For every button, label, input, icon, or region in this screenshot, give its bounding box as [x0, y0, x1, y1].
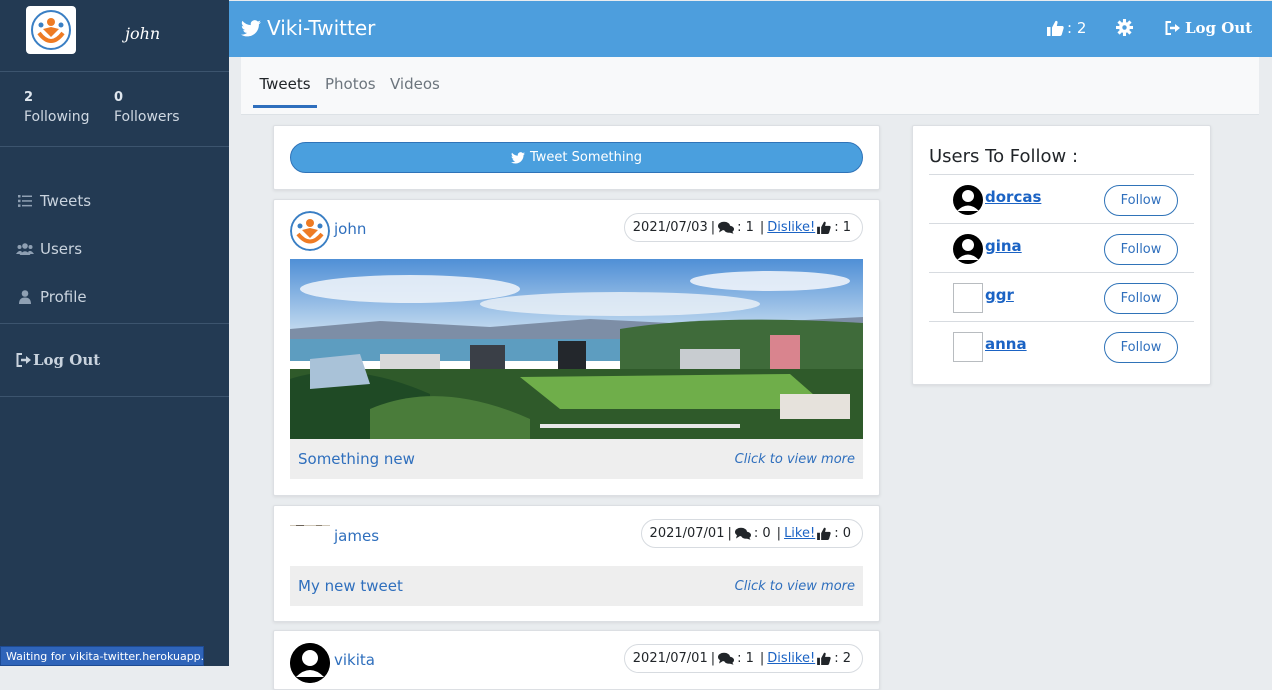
- tweet-text: My new tweet: [298, 577, 403, 595]
- avatar[interactable]: [290, 211, 330, 251]
- brand[interactable]: Viki-Twitter: [241, 16, 375, 40]
- avatar[interactable]: [953, 234, 983, 264]
- tweet-image[interactable]: [290, 259, 863, 439]
- sidebar-logout-label: Log Out: [33, 351, 101, 369]
- user-name-link[interactable]: ggr: [985, 286, 1014, 304]
- tweet-card: vikita 2021/07/01 | : 1 | Dislike! : 2: [273, 630, 880, 690]
- sidebar-nav: Tweets Users Profile: [0, 147, 229, 324]
- browser-status-bar: Waiting for vikita-twitter.herokuapp...: [0, 646, 204, 666]
- header-logout-label: Log Out: [1185, 19, 1253, 37]
- list-item: ggr Follow: [929, 272, 1194, 321]
- view-more-link[interactable]: Click to view more: [735, 452, 855, 467]
- sidebar-item-label: Users: [40, 240, 83, 258]
- comments-icon: [718, 652, 735, 665]
- sign-out-icon: [16, 353, 32, 367]
- tweet-something-button[interactable]: Tweet Something: [290, 142, 863, 173]
- tweet-username[interactable]: james: [334, 527, 379, 545]
- compose-card: Tweet Something: [273, 125, 880, 190]
- user-icon: [16, 290, 34, 304]
- like-count: : 0: [834, 526, 851, 541]
- following-stat[interactable]: 2 Following: [24, 90, 90, 125]
- sidebar-item-label: Profile: [40, 288, 87, 306]
- sidebar: john 2 Following 0 Followers Tweets User…: [0, 0, 229, 666]
- tab-photos[interactable]: Photos: [325, 75, 376, 105]
- tweet-body[interactable]: My new tweet Click to view more: [290, 566, 863, 606]
- avatar[interactable]: [290, 518, 330, 526]
- list-item: gina Follow: [929, 223, 1194, 272]
- like-count: : 1: [834, 220, 851, 235]
- like-count: : 2: [834, 651, 851, 666]
- likes-count: : 2: [1067, 19, 1087, 37]
- tweet-card: james 2021/07/01 | : 0 | Like! : 0 My ne…: [273, 505, 880, 622]
- user-name-link[interactable]: dorcas: [985, 188, 1041, 206]
- gear-icon: [1116, 19, 1133, 36]
- tweet-date: 2021/07/01: [632, 651, 708, 666]
- comment-count: : 0: [753, 526, 771, 541]
- thumbs-up-icon: [817, 652, 831, 665]
- follow-button[interactable]: Follow: [1104, 283, 1178, 314]
- tweet-something-label: Tweet Something: [530, 150, 642, 165]
- sidebar-logout[interactable]: Log Out: [0, 324, 229, 397]
- twitter-bird-icon: [241, 19, 261, 37]
- comments-icon: [718, 221, 735, 234]
- like-link[interactable]: Like!: [784, 526, 815, 541]
- tweet-text: Something new: [298, 450, 415, 468]
- tweet-username[interactable]: john: [334, 220, 366, 238]
- tab-videos[interactable]: Videos: [390, 75, 440, 105]
- following-count: 2: [24, 90, 34, 105]
- broken-image-icon[interactable]: [953, 332, 983, 362]
- avatar[interactable]: [953, 185, 983, 215]
- tweet-body[interactable]: Something new Click to view more: [290, 439, 863, 479]
- thumbs-up-icon: [1047, 20, 1064, 36]
- tweet-meta: 2021/07/01 | : 0 | Like! : 0: [640, 519, 863, 548]
- tweet-date: 2021/07/03: [632, 220, 708, 235]
- dislike-link[interactable]: Dislike!: [767, 651, 815, 666]
- follow-stats: 2 Following 0 Followers: [0, 72, 229, 147]
- sidebar-username: john: [125, 24, 161, 43]
- thumbs-up-icon: [817, 221, 831, 234]
- content-tabs: Tweets Photos Videos: [241, 57, 1259, 115]
- top-header: Viki-Twitter : 2 Log Out: [229, 1, 1272, 57]
- view-more-link[interactable]: Click to view more: [735, 579, 855, 594]
- tweet-username[interactable]: vikita: [334, 651, 375, 669]
- sidebar-item-profile[interactable]: Profile: [0, 273, 229, 321]
- comments-icon: [734, 527, 751, 540]
- broken-image-icon[interactable]: [953, 283, 983, 313]
- comment-count: : 1: [737, 651, 754, 666]
- users-icon: [16, 243, 34, 255]
- tab-tweets[interactable]: Tweets: [253, 75, 317, 108]
- likes-counter[interactable]: : 2: [1047, 19, 1086, 37]
- tweet-date: 2021/07/01: [649, 526, 725, 541]
- tweet-meta: 2021/07/03 | : 1 | Dislike! : 1: [623, 213, 863, 242]
- followers-count: 0: [114, 90, 124, 105]
- comment-count: : 1: [737, 220, 754, 235]
- sidebar-item-tweets[interactable]: Tweets: [0, 177, 229, 225]
- list-item: anna Follow: [929, 321, 1194, 370]
- twitter-bird-icon: [511, 151, 526, 164]
- user-name-link[interactable]: anna: [985, 335, 1027, 353]
- thumbs-up-icon: [817, 527, 831, 540]
- avatar[interactable]: [290, 643, 330, 683]
- app-logo[interactable]: [26, 6, 76, 54]
- list-item: dorcas Follow: [929, 174, 1194, 223]
- sign-out-icon: [1165, 21, 1181, 35]
- settings-button[interactable]: [1116, 19, 1133, 40]
- tweet-meta: 2021/07/01 | : 1 | Dislike! : 2: [623, 644, 863, 673]
- user-name-link[interactable]: gina: [985, 237, 1022, 255]
- followers-stat[interactable]: 0 Followers: [114, 90, 180, 125]
- dislike-link[interactable]: Dislike!: [767, 220, 815, 235]
- users-to-follow-title: Users To Follow :: [929, 146, 1079, 167]
- following-label: Following: [24, 109, 90, 125]
- sidebar-item-label: Tweets: [40, 192, 92, 210]
- follow-button[interactable]: Follow: [1104, 185, 1178, 216]
- sidebar-item-users[interactable]: Users: [0, 225, 229, 273]
- follow-button[interactable]: Follow: [1104, 332, 1178, 363]
- tweet-card: john 2021/07/03 | : 1 | Dislike! : 1 Som…: [273, 199, 880, 496]
- followers-label: Followers: [114, 109, 180, 125]
- follow-button[interactable]: Follow: [1104, 234, 1178, 265]
- list-icon: [16, 195, 34, 207]
- users-to-follow-card: Users To Follow : dorcas Follow gina Fol…: [912, 125, 1211, 385]
- header-logout-button[interactable]: Log Out: [1165, 19, 1252, 37]
- brand-name: Viki-Twitter: [267, 16, 376, 40]
